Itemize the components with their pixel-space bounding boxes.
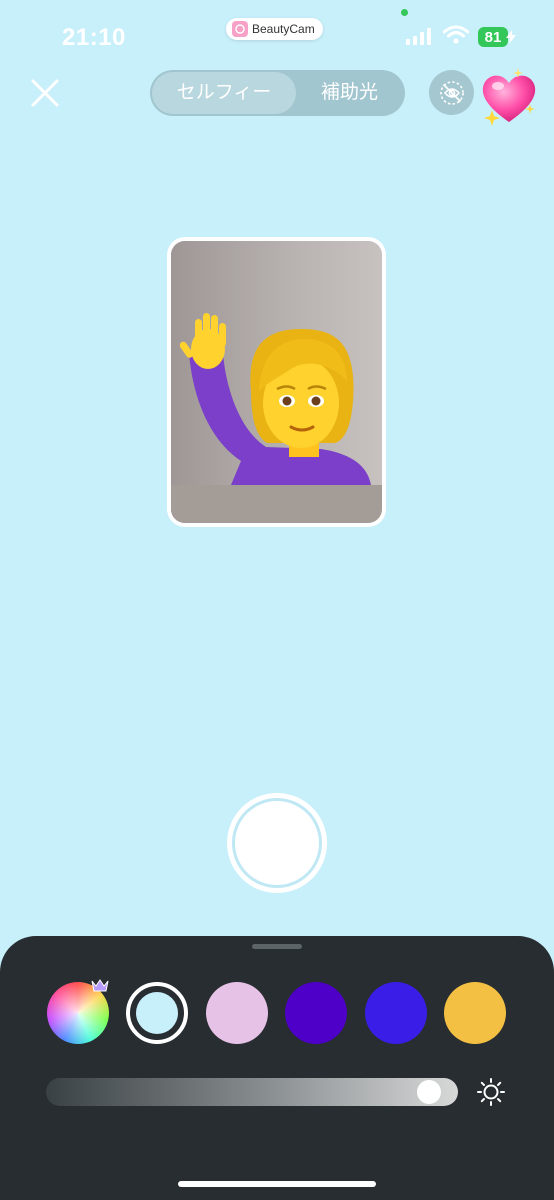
heart-sparkle-icon[interactable] xyxy=(478,66,540,128)
light-settings-panel xyxy=(0,936,554,1200)
camera-preview-image xyxy=(171,241,382,523)
app-name: BeautyCam xyxy=(252,22,315,36)
app-logo-icon xyxy=(232,21,248,37)
color-swatch-blue[interactable] xyxy=(365,982,427,1044)
panel-drag-handle[interactable] xyxy=(252,944,302,949)
camera-preview xyxy=(167,237,386,527)
color-swatch-lavender[interactable] xyxy=(206,982,268,1044)
hide-preview-button[interactable] xyxy=(429,70,474,115)
tab-fill-light[interactable]: 補助光 xyxy=(296,70,403,116)
brightness-slider[interactable] xyxy=(46,1078,458,1106)
color-swatch-light-blue[interactable] xyxy=(126,982,188,1044)
avatar-emoji-image xyxy=(171,241,382,523)
wifi-icon xyxy=(443,25,469,44)
battery-indicator: 81 xyxy=(478,27,508,47)
color-swatch-indigo[interactable] xyxy=(285,982,347,1044)
status-time: 21:10 xyxy=(62,24,126,51)
vip-crown-icon xyxy=(91,979,109,992)
home-indicator xyxy=(178,1181,376,1187)
color-swatch-yellow[interactable] xyxy=(444,982,506,1044)
close-icon[interactable] xyxy=(28,76,62,110)
camera-in-use-dot xyxy=(401,9,408,16)
brightness-slider-knob[interactable] xyxy=(416,1080,441,1104)
capture-button-ring xyxy=(232,798,322,888)
charging-bolt-icon xyxy=(506,30,516,44)
sun-icon xyxy=(477,1078,505,1106)
color-swatch-light-blue-fill xyxy=(136,992,178,1034)
capture-button[interactable] xyxy=(227,793,327,893)
eye-off-icon xyxy=(439,80,464,105)
custom-color-wheel[interactable] xyxy=(47,979,109,1044)
signal-icon xyxy=(406,28,431,45)
mode-segmented-control: セルフィー 補助光 xyxy=(150,70,405,116)
app-indicator-pill[interactable]: BeautyCam xyxy=(226,18,323,40)
tab-selfie[interactable]: セルフィー xyxy=(152,70,296,116)
